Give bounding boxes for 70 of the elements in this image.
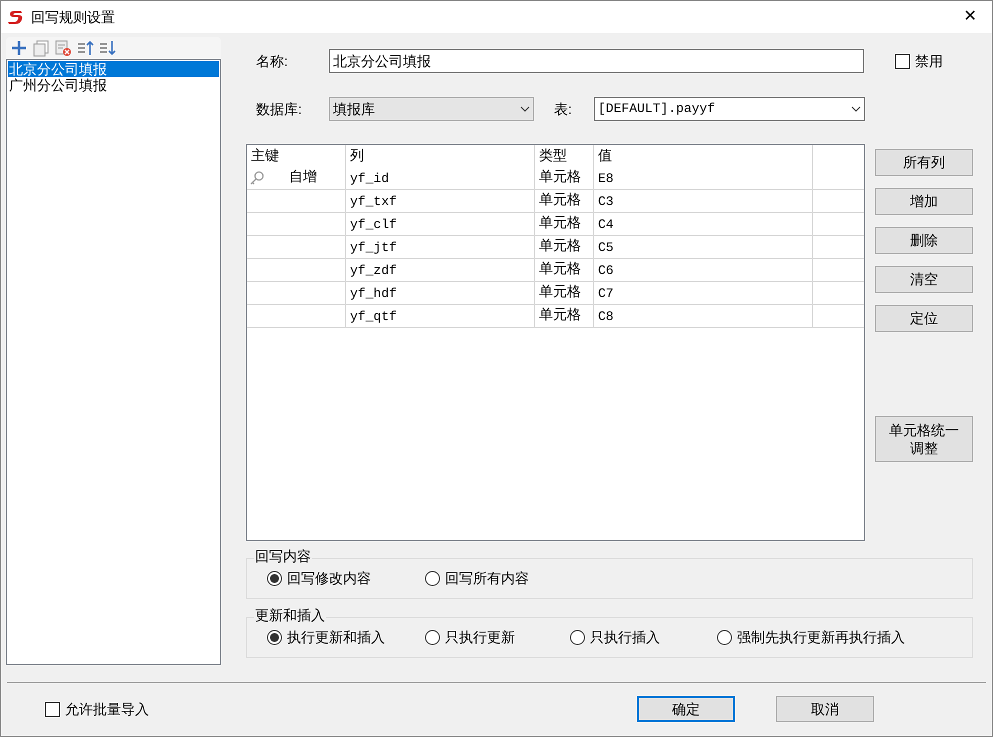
column-header[interactable]: 列 — [346, 145, 535, 167]
table-cell: yf_qtf — [346, 305, 535, 327]
table-cell: C7 — [594, 282, 813, 304]
side-button[interactable]: 删除 — [875, 227, 973, 254]
database-dropdown[interactable]: 填报库 — [329, 97, 534, 121]
table-cell: C5 — [594, 236, 813, 258]
radio-label: 只执行插入 — [590, 628, 660, 647]
window-title: 回写规则设置 — [31, 8, 115, 26]
delete-icon[interactable] — [54, 39, 72, 57]
table-cell: C3 — [594, 190, 813, 212]
close-button[interactable]: ✕ — [950, 2, 990, 32]
table-cell: C6 — [594, 259, 813, 281]
table-cell: 单元格 — [535, 167, 594, 189]
table-cell: 单元格 — [535, 213, 594, 235]
radio-button[interactable] — [267, 630, 282, 645]
column-header[interactable]: 主键 — [247, 145, 346, 167]
table-label: 表: — [554, 100, 573, 118]
side-button[interactable]: 所有列 — [875, 149, 973, 176]
table-cell: 单元格 — [535, 190, 594, 212]
table-cell: yf_id — [346, 167, 535, 189]
table-cell: C8 — [594, 305, 813, 327]
adjust-button[interactable]: 单元格统一调整 — [875, 416, 973, 462]
name-field[interactable]: 北京分公司填报 — [329, 49, 864, 73]
name-label: 名称: — [256, 52, 289, 70]
rule-item[interactable]: 广州分公司填报 — [8, 77, 219, 93]
column-header[interactable]: 类型 — [535, 145, 594, 167]
copy-icon[interactable] — [32, 39, 50, 57]
chevron-down-icon — [520, 106, 530, 112]
table-cell: E8 — [594, 167, 813, 189]
checkbox-label: 允许批量导入 — [65, 700, 149, 718]
table-cell: yf_jtf — [346, 236, 535, 258]
key-cell: 自增 — [289, 167, 317, 185]
radio-label: 执行更新和插入 — [287, 628, 385, 647]
table-cell: yf_clf — [346, 213, 535, 235]
ok-button[interactable]: 确定 — [637, 696, 735, 722]
radio-label: 回写修改内容 — [287, 569, 371, 588]
radio-button[interactable] — [717, 630, 732, 645]
table-dropdown[interactable]: [DEFAULT].payyf — [594, 97, 865, 121]
side-button[interactable]: 定位 — [875, 305, 973, 332]
radio-button[interactable] — [570, 630, 585, 645]
move-up-icon[interactable] — [76, 39, 94, 57]
side-button[interactable]: 清空 — [875, 266, 973, 293]
group-title: 更新和插入 — [254, 607, 326, 623]
app-logo-icon — [7, 9, 25, 25]
side-button[interactable]: 增加 — [875, 188, 973, 215]
table-cell: 单元格 — [535, 305, 594, 327]
column-header[interactable]: 值 — [594, 145, 813, 167]
radio-label: 强制先执行更新再执行插入 — [737, 628, 905, 647]
table-cell: 单元格 — [535, 259, 594, 281]
radio-label: 只执行更新 — [445, 628, 515, 647]
add-icon[interactable] — [10, 39, 28, 57]
move-down-icon[interactable] — [98, 39, 116, 57]
checkbox[interactable] — [45, 702, 60, 716]
table-cell: 单元格 — [535, 282, 594, 304]
table-cell: yf_txf — [346, 190, 535, 212]
checkbox[interactable] — [895, 54, 910, 68]
radio-label: 回写所有内容 — [445, 569, 529, 588]
table-cell: 单元格 — [535, 236, 594, 258]
group-title: 回写内容 — [254, 548, 312, 564]
radio-button[interactable] — [267, 571, 282, 586]
table-cell: C4 — [594, 213, 813, 235]
cancel-button[interactable]: 取消 — [776, 696, 874, 722]
radio-button[interactable] — [425, 571, 440, 586]
radio-button[interactable] — [425, 630, 440, 645]
database-label: 数据库: — [256, 100, 303, 118]
checkbox-label: 禁用 — [915, 52, 943, 70]
table-cell: yf_zdf — [346, 259, 535, 281]
chevron-down-icon — [851, 106, 861, 112]
table-cell: yf_hdf — [346, 282, 535, 304]
rule-item[interactable]: 北京分公司填报 — [8, 61, 219, 77]
